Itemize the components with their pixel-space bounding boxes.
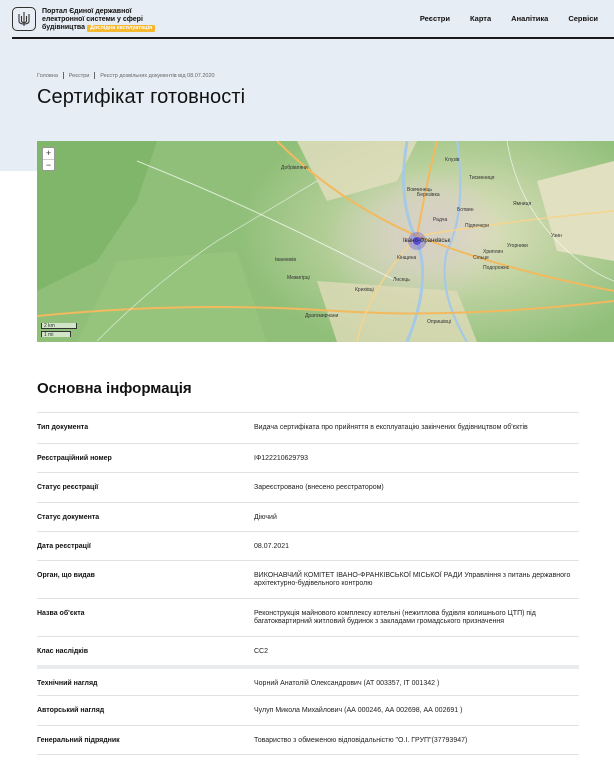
beta-badge: Дослідна експлуатація xyxy=(87,25,156,32)
nav-analytics[interactable]: Аналітика xyxy=(511,14,548,23)
nav-map[interactable]: Карта xyxy=(470,14,491,23)
map-label: Драгомирчани xyxy=(305,313,338,319)
map-label: Клузів xyxy=(445,157,460,163)
page-title: Сертифікат готовності xyxy=(37,86,246,108)
info-row: Орган, що видав ВИКОНАВЧИЙ КОМІТЕТ ІВАНО… xyxy=(37,560,579,598)
info-value: ІФ122210629793 xyxy=(254,455,308,462)
info-value: Товариство з обмеженою відповідальністю … xyxy=(254,737,468,744)
header-divider xyxy=(12,37,614,39)
section-title: Основна інформація xyxy=(37,380,192,397)
info-value: ВИКОНАВЧИЙ КОМІТЕТ ІВАНО-ФРАНКІВСЬКОЇ МІ… xyxy=(254,572,571,587)
map-label: Підпечери xyxy=(465,223,489,229)
info-row: Дата реєстрації 08.07.2021 xyxy=(37,531,579,560)
info-value: Зареєстровано (внесено реєстратором) xyxy=(254,484,384,491)
main-nav: Реєстри Карта Аналітика Сервіси xyxy=(420,14,598,23)
info-row: Назва об'єкта Реконструкція майнового ко… xyxy=(37,598,579,636)
info-key: Статус реєстрації xyxy=(37,484,99,491)
info-key: Статус документа xyxy=(37,514,100,521)
scale-km: 2 km xyxy=(41,323,77,329)
scale-mi: 1 mi xyxy=(41,331,71,338)
nav-registries[interactable]: Реєстри xyxy=(420,14,450,23)
info-value: Реконструкція майнового комплексу котель… xyxy=(254,610,536,625)
map-label: Ботвин xyxy=(457,207,474,213)
info-value: Чулуп Микола Михайлович (АА 000246, АА 0… xyxy=(254,707,463,714)
map-label: Добрівляни xyxy=(281,165,308,171)
map-label: Крихівці xyxy=(355,287,374,293)
brand-line-3: будівництва xyxy=(42,24,86,31)
info-value: Діючий xyxy=(254,514,277,521)
breadcrumb-registries[interactable]: Реєстри xyxy=(69,73,90,79)
map-scale: 2 km 1 mi xyxy=(41,323,77,338)
brand-title[interactable]: Портал Єдиної державної електронної сист… xyxy=(42,8,182,32)
info-row: Авторський нагляд Чулуп Микола Михайлови… xyxy=(37,695,579,725)
map-label: Лисець xyxy=(393,277,410,283)
map-label: Угорники xyxy=(507,243,528,249)
zoom-in-button[interactable]: + xyxy=(43,148,54,159)
map-label: Подорожнє xyxy=(483,265,510,271)
info-key: Технічний нагляд xyxy=(37,680,98,687)
info-key: Орган, що видав xyxy=(37,572,95,579)
info-key: Генеральний підрядник xyxy=(37,737,120,744)
zoom-out-button[interactable]: − xyxy=(43,159,54,170)
info-key: Авторський нагляд xyxy=(37,707,105,714)
breadcrumb-separator xyxy=(62,72,64,79)
info-row: Технічний нагляд Чорний Анатолій Олексан… xyxy=(37,665,579,695)
map-zoom-control: + − xyxy=(42,147,55,171)
info-value: СС2 xyxy=(254,648,269,655)
map-label: Тисмениця xyxy=(469,175,495,181)
breadcrumb-current[interactable]: Реєстр дозвільних документів від 08.07.2… xyxy=(100,73,214,79)
info-row: Статус документа Діючий xyxy=(37,502,579,531)
map-label: Сільце xyxy=(473,255,489,261)
map-label: Межигірці xyxy=(287,275,310,281)
breadcrumb-home[interactable]: Головна xyxy=(37,73,58,79)
map-label: Березівка xyxy=(417,192,440,198)
info-key: Тип документа xyxy=(37,424,89,431)
info-key: Реєстраційний номер xyxy=(37,455,112,462)
map-canvas[interactable]: Івано-Франківськ Клузів Тисмениця Ямниця… xyxy=(37,141,614,342)
info-row: Тип документа Видача сертифіката про при… xyxy=(37,412,579,443)
info-key: Назва об'єкта xyxy=(37,610,85,617)
breadcrumb-separator xyxy=(94,72,96,79)
brand-line-1: Портал Єдиної державної xyxy=(42,8,132,15)
trident-icon[interactable] xyxy=(12,7,36,31)
site-header: Портал Єдиної державної електронної сист… xyxy=(0,0,614,40)
info-value: Чорний Анатолій Олександрович (АТ 003357… xyxy=(254,680,440,687)
info-value: Видача сертифіката про прийняття в експл… xyxy=(254,424,528,431)
info-key: Клас наслідків xyxy=(37,648,89,655)
info-row: Клас наслідків СС2 xyxy=(37,636,579,665)
info-table: Тип документа Видача сертифіката про при… xyxy=(37,412,579,755)
map-label: Ямниця xyxy=(513,201,531,207)
info-row: Генеральний підрядник Товариство з обмеж… xyxy=(37,725,579,755)
info-row: Статус реєстрації Зареєстровано (внесено… xyxy=(37,472,579,502)
map-label: Опришівці xyxy=(427,319,451,325)
info-value: 08.07.2021 xyxy=(254,543,290,550)
info-key: Дата реєстрації xyxy=(37,543,91,550)
info-row: Реєстраційний номер ІФ122210629793 xyxy=(37,443,579,472)
map-city-label: Івано-Франківськ xyxy=(403,238,451,244)
map-label: Кінщина xyxy=(397,255,416,261)
nav-services[interactable]: Сервіси xyxy=(568,14,598,23)
location-map[interactable]: Івано-Франківськ Клузів Тисмениця Ямниця… xyxy=(37,141,614,342)
map-label: Радча xyxy=(433,217,447,223)
breadcrumb: Головна Реєстри Реєстр дозвільних докуме… xyxy=(37,72,215,79)
brand-line-2: електронної системи у сфері xyxy=(42,16,143,23)
map-label: Узин xyxy=(551,233,562,239)
map-label: Іванників xyxy=(275,257,296,263)
